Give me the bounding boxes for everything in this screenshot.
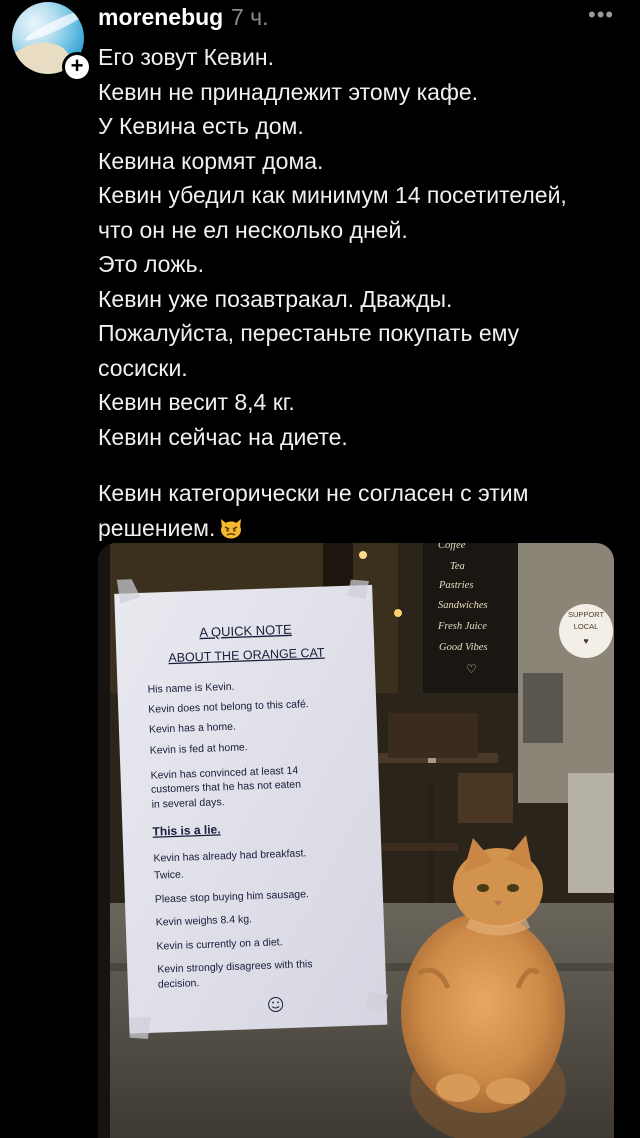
text-segment: решением. [98,514,216,541]
text-line: Кевин убедил как минимум 14 посетителей, [98,182,567,208]
text-line: Кевин сейчас на диете. [98,423,348,450]
text-line: что он не ел несколько дней. [98,216,408,243]
sticker-text: SUPPORT [568,610,605,619]
heart-icon: ♡ [466,662,477,676]
menu-item: Sandwiches [438,600,488,611]
username[interactable]: morenebug [98,4,223,31]
text-line: Кевина кормят дома. [98,147,324,174]
text-line: сосиски. [98,354,188,381]
menu-item: Pastries [438,580,473,591]
menu-item: Tea [450,561,465,572]
note-line: This is a lie. [152,822,220,838]
menu-item: Good Vibes [439,642,488,653]
paper-note: A QUICK NOTE ABOUT THE ORANGE CAT His na… [114,579,389,1039]
text-line: Его зовут Кевин. [98,44,274,70]
sticker-text: LOCAL [574,622,599,631]
follow-plus-icon[interactable]: + [62,52,92,82]
avatar-wave [23,5,84,45]
text-line: У Кевина есть дом. [98,113,304,139]
pouting-cat-emoji-icon [221,518,242,538]
text-line: Это ложь. [98,251,204,277]
note-line: in several days. [151,796,224,811]
more-dots-icon[interactable]: ••• [588,2,614,28]
text-line: Пожалуйста, перестаньте покупать ему [98,320,520,346]
cafe-window-photo: Coffee Tea Pastries Sandwiches Fresh Jui… [98,543,614,1138]
text-line: Кевин категорически не согласен с этим [98,480,529,506]
text-line: Кевин уже позавтракал. Дважды. [98,285,453,312]
note-line: Twice. [154,869,184,882]
post-text: Его зовут Кевин. Кевин не принадлежит эт… [98,40,628,545]
text-line: Кевин весит 8,4 кг. [98,389,295,415]
sticker-heart-icon: ♥ [583,636,588,646]
post-time: 7 ч. [231,4,269,30]
menu-item: Fresh Juice [437,621,487,632]
text-line-with-emoji: решением. [98,511,628,546]
menu-item: Coffee [438,543,466,551]
text-line: Кевин не принадлежит этому кафе. [98,78,479,105]
note-line: decision. [158,977,200,990]
post-photo[interactable]: Coffee Tea Pastries Sandwiches Fresh Jui… [98,543,614,1138]
